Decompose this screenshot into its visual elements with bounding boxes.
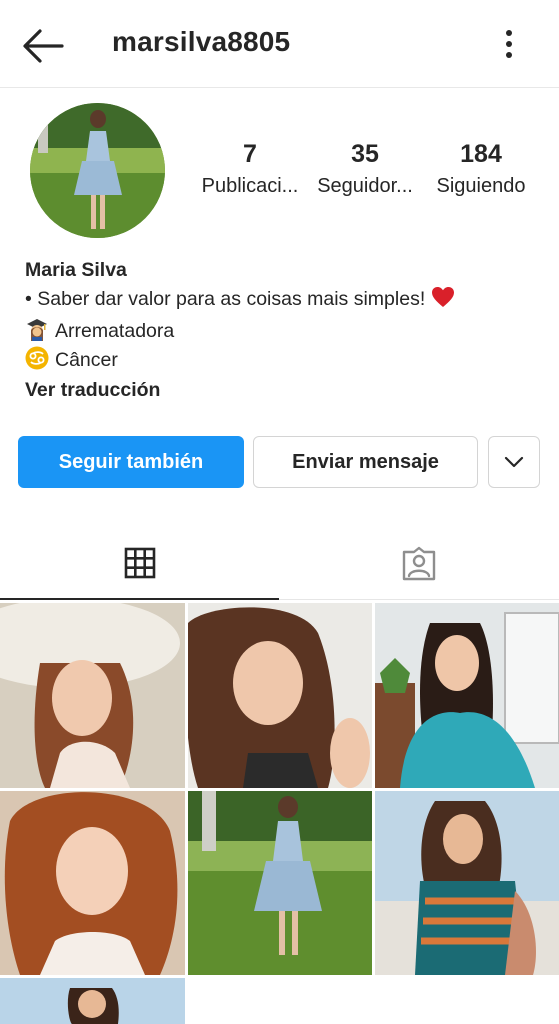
bio-line-2: Arrematadora bbox=[25, 317, 545, 346]
following-count: 184 bbox=[460, 140, 502, 168]
grid-post[interactable] bbox=[188, 603, 372, 788]
cancer-zodiac-icon bbox=[25, 346, 49, 370]
grid-post[interactable] bbox=[375, 791, 559, 975]
send-message-button[interactable]: Enviar mensaje bbox=[253, 436, 478, 488]
stat-following[interactable]: 184 Siguiendo bbox=[430, 140, 532, 198]
bio-line-3-text: Câncer bbox=[55, 349, 118, 371]
chevron-down-icon bbox=[504, 456, 524, 468]
follow-back-button[interactable]: Seguir también bbox=[18, 436, 244, 488]
tagged-person-icon bbox=[402, 546, 436, 581]
grid-post[interactable] bbox=[0, 978, 185, 1024]
bio-line-1: • Saber dar valor para as coisas mais si… bbox=[25, 285, 545, 317]
followers-count: 35 bbox=[351, 140, 379, 168]
posts-label: Publicaci... bbox=[201, 175, 299, 197]
followers-label: Seguidor... bbox=[317, 175, 413, 197]
bio-line-3: Câncer bbox=[25, 346, 545, 375]
bio-line-1-text: • Saber dar valor para as coisas mais si… bbox=[25, 288, 426, 310]
profile-bio: Maria Silva • Saber dar valor para as co… bbox=[25, 256, 545, 405]
more-options-button[interactable] bbox=[496, 28, 522, 60]
more-vertical-icon bbox=[506, 30, 512, 58]
profile-tabs bbox=[0, 528, 559, 600]
arrow-left-icon bbox=[23, 29, 64, 63]
tab-posts-grid[interactable] bbox=[0, 528, 279, 600]
stat-followers[interactable]: 35 Seguidor... bbox=[314, 140, 416, 198]
profile-avatar[interactable] bbox=[30, 103, 165, 238]
profile-username: marsilva8805 bbox=[112, 26, 291, 57]
top-bar: marsilva8805 bbox=[0, 0, 559, 88]
back-button[interactable] bbox=[22, 28, 64, 64]
stat-posts[interactable]: 7 Publicaci... bbox=[196, 140, 304, 198]
profile-name: Maria Silva bbox=[25, 259, 127, 281]
tab-tagged[interactable] bbox=[279, 528, 559, 600]
grid-post[interactable] bbox=[0, 603, 185, 788]
see-translation-link[interactable]: Ver traducción bbox=[25, 376, 545, 405]
heart-icon bbox=[431, 286, 455, 317]
bio-line-2-text: Arrematadora bbox=[55, 320, 175, 342]
following-label: Siguiendo bbox=[436, 175, 526, 197]
grid-post[interactable] bbox=[188, 791, 372, 975]
grid-post[interactable] bbox=[375, 603, 559, 788]
student-emoji-icon bbox=[25, 317, 49, 341]
grid-post[interactable] bbox=[0, 791, 185, 975]
posts-count: 7 bbox=[243, 140, 257, 168]
suggested-accounts-button[interactable] bbox=[488, 436, 540, 488]
grid-icon bbox=[124, 547, 155, 579]
